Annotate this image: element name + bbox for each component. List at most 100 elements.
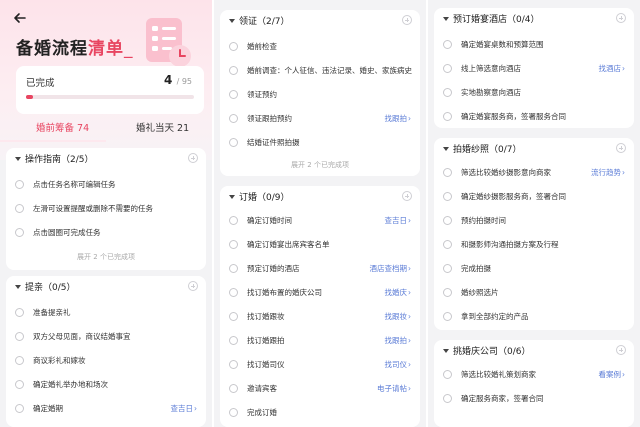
- task-action-link[interactable]: 找婚庆›: [385, 287, 412, 298]
- task-action-label[interactable]: 找婚庆: [385, 288, 408, 297]
- task-check-circle[interactable]: [443, 88, 452, 97]
- task-label[interactable]: 筛选比较婚纱摄影意向商家: [461, 167, 551, 178]
- task-check-circle[interactable]: [229, 336, 238, 345]
- task-check-circle[interactable]: [229, 360, 238, 369]
- section-header[interactable]: 提亲（0/5）: [6, 276, 206, 298]
- task-row[interactable]: 确定婚宴桌数和预算范围: [434, 34, 634, 58]
- task-label[interactable]: 预约拍摄时间: [461, 215, 506, 226]
- task-label[interactable]: 确定订婚宴出席宾客名单: [247, 239, 330, 250]
- task-action-link[interactable]: 找跟拍›: [385, 335, 412, 346]
- task-row[interactable]: 点击任务名称可编辑任务: [6, 174, 206, 198]
- task-row[interactable]: 找订婚跟拍 找跟拍›: [220, 330, 420, 354]
- task-action-label[interactable]: 找跟妆: [385, 312, 408, 321]
- collapse-caret-icon[interactable]: [229, 19, 235, 23]
- task-row[interactable]: 邀请宾客 电子请帖›: [220, 378, 420, 402]
- task-action-label[interactable]: 查吉日: [385, 216, 408, 225]
- collapse-caret-icon[interactable]: [443, 349, 449, 353]
- task-label[interactable]: 邀请宾客: [247, 383, 277, 394]
- task-row[interactable]: 确定订婚时间 查吉日›: [220, 210, 420, 234]
- task-action-label[interactable]: 流行趋势: [591, 168, 621, 177]
- task-check-circle[interactable]: [443, 64, 452, 73]
- task-label[interactable]: 拿到全部约定的产品: [461, 311, 529, 322]
- task-check-circle[interactable]: [443, 288, 452, 297]
- task-label[interactable]: 左滑可设置提醒或删除不需要的任务: [33, 203, 153, 214]
- task-label[interactable]: 点击任务名称可编辑任务: [33, 179, 116, 190]
- collapse-caret-icon[interactable]: [229, 195, 235, 199]
- task-action-label[interactable]: 找跟拍: [385, 114, 408, 123]
- task-action-link[interactable]: 酒店查档期›: [370, 263, 412, 274]
- task-check-circle[interactable]: [229, 42, 238, 51]
- task-action-link[interactable]: 看案例›: [599, 369, 626, 380]
- task-check-circle[interactable]: [229, 90, 238, 99]
- task-action-link[interactable]: 找跟妆›: [385, 311, 412, 322]
- add-task-icon[interactable]: [616, 13, 626, 23]
- task-check-circle[interactable]: [15, 180, 24, 189]
- collapse-caret-icon[interactable]: [15, 157, 21, 161]
- task-row[interactable]: 确定婚纱摄影服务商，签署合同: [434, 186, 634, 210]
- task-label[interactable]: 找订婚跟妆: [247, 311, 285, 322]
- task-action-link[interactable]: 流行趋势›: [591, 167, 625, 178]
- add-task-icon[interactable]: [616, 143, 626, 153]
- task-check-circle[interactable]: [229, 114, 238, 123]
- task-check-circle[interactable]: [229, 66, 238, 75]
- task-check-circle[interactable]: [229, 408, 238, 417]
- task-row[interactable]: 线上筛选意向酒店 找酒店›: [434, 58, 634, 82]
- task-check-circle[interactable]: [229, 216, 238, 225]
- task-check-circle[interactable]: [443, 312, 452, 321]
- task-action-label[interactable]: 找酒店: [599, 64, 622, 73]
- task-row[interactable]: 完成拍摄: [434, 258, 634, 282]
- task-row[interactable]: 筛选比较婚礼策划商家 看案例›: [434, 364, 634, 388]
- task-label[interactable]: 找订婚布置的婚庆公司: [247, 287, 322, 298]
- task-check-circle[interactable]: [229, 264, 238, 273]
- task-action-label[interactable]: 找司仪: [385, 360, 408, 369]
- task-row[interactable]: 婚纱照选片: [434, 282, 634, 306]
- task-row[interactable]: 领证跟拍预约 找跟拍›: [220, 108, 420, 132]
- task-label[interactable]: 确定婚宴桌数和预算范围: [461, 39, 544, 50]
- task-label[interactable]: 和摄影师沟通拍摄方案及行程: [461, 239, 559, 250]
- task-row[interactable]: 准备提亲礼: [6, 302, 206, 326]
- add-task-icon[interactable]: [402, 15, 412, 25]
- section-header[interactable]: 领证（2/7）: [220, 10, 420, 32]
- task-row[interactable]: 确定婚礼举办地和场次: [6, 374, 206, 398]
- task-label[interactable]: 完成订婚: [247, 407, 277, 418]
- section-header[interactable]: 订婚（0/9）: [220, 186, 420, 208]
- task-label[interactable]: 确定婚纱摄影服务商，签署合同: [461, 191, 566, 202]
- task-row[interactable]: 左滑可设置提醒或删除不需要的任务: [6, 198, 206, 222]
- task-label[interactable]: 实地勘察意向酒店: [461, 87, 521, 98]
- task-row[interactable]: 结婚证件照拍摄: [220, 132, 420, 156]
- task-label[interactable]: 婚前调查：个人征信、违法记录、婚史、家族病史: [247, 65, 412, 76]
- task-check-circle[interactable]: [443, 112, 452, 121]
- task-check-circle[interactable]: [229, 384, 238, 393]
- task-label[interactable]: 确定订婚时间: [247, 215, 292, 226]
- task-action-label[interactable]: 电子请帖: [377, 384, 407, 393]
- task-check-circle[interactable]: [443, 264, 452, 273]
- task-row[interactable]: 确定婚宴服务商，签署服务合同: [434, 106, 634, 128]
- task-label[interactable]: 找订婚司仪: [247, 359, 285, 370]
- task-row[interactable]: 婚前检查: [220, 36, 420, 60]
- section-header[interactable]: 挑婚庆公司（0/6）: [434, 340, 634, 362]
- task-label[interactable]: 结婚证件照拍摄: [247, 137, 300, 148]
- task-label[interactable]: 确定婚礼举办地和场次: [33, 379, 108, 390]
- task-action-label[interactable]: 看案例: [599, 370, 622, 379]
- task-row[interactable]: 点击圆圈可完成任务: [6, 222, 206, 246]
- task-check-circle[interactable]: [15, 404, 24, 413]
- task-action-link[interactable]: 找跟拍›: [385, 113, 412, 124]
- task-check-circle[interactable]: [443, 168, 452, 177]
- task-label[interactable]: 找订婚跟拍: [247, 335, 285, 346]
- collapse-caret-icon[interactable]: [443, 17, 449, 21]
- task-row[interactable]: 完成订婚: [220, 402, 420, 426]
- task-row[interactable]: 和摄影师沟通拍摄方案及行程: [434, 234, 634, 258]
- task-row[interactable]: 领证预约: [220, 84, 420, 108]
- task-check-circle[interactable]: [443, 370, 452, 379]
- section-header[interactable]: 拍婚纱照（0/7）: [434, 138, 634, 160]
- tab-pre-wedding[interactable]: 婚前筹备 74: [36, 120, 89, 134]
- task-action-link[interactable]: 找酒店›: [599, 63, 626, 74]
- task-label[interactable]: 完成拍摄: [461, 263, 491, 274]
- task-label[interactable]: 线上筛选意向酒店: [461, 63, 521, 74]
- task-action-link[interactable]: 找司仪›: [385, 359, 412, 370]
- task-label[interactable]: 确定服务商家，签署合同: [461, 393, 544, 404]
- tab-wedding-day[interactable]: 婚礼当天 21: [136, 120, 189, 134]
- task-label[interactable]: 婚纱照选片: [461, 287, 499, 298]
- task-row[interactable]: 确定服务商家，签署合同: [434, 388, 634, 412]
- section-header[interactable]: 操作指南（2/5）: [6, 148, 206, 170]
